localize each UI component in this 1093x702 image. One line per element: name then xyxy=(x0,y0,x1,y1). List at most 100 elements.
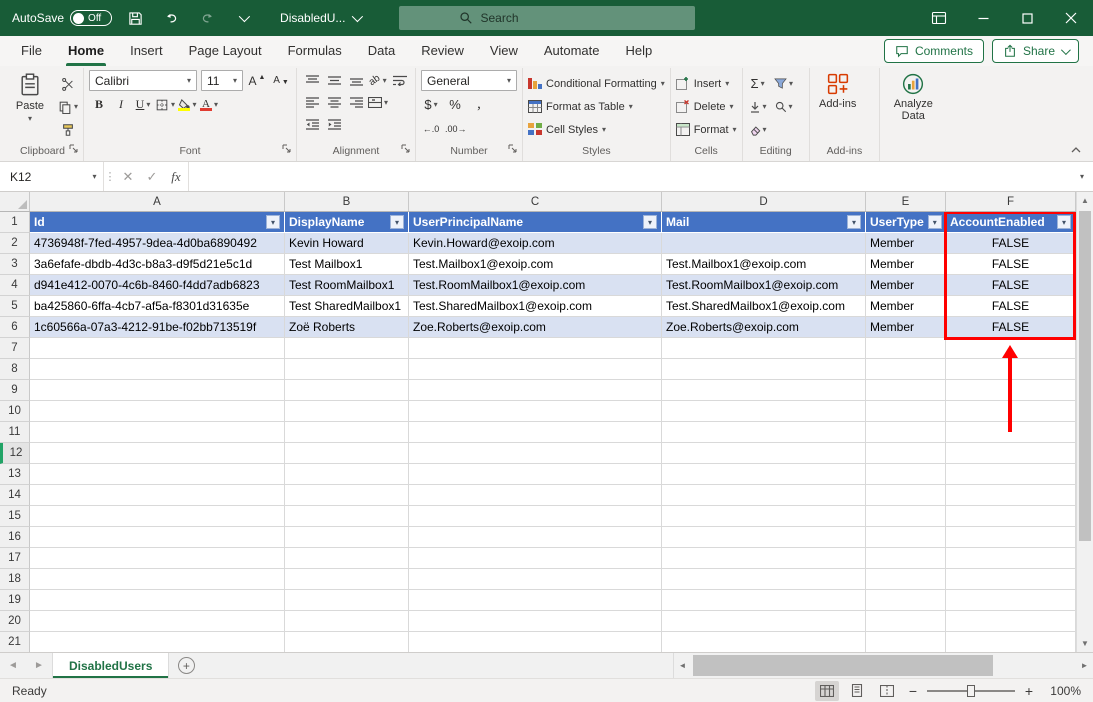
row-header-13[interactable]: 13 xyxy=(0,464,30,485)
cell-D7[interactable] xyxy=(662,338,866,359)
percent-style-button[interactable]: % xyxy=(445,94,465,115)
cell-E9[interactable] xyxy=(866,380,946,401)
cell-A1[interactable]: Id▾ xyxy=(30,212,285,233)
cell-E13[interactable] xyxy=(866,464,946,485)
scroll-up-button[interactable]: ▲ xyxy=(1077,192,1093,209)
scroll-left-button[interactable]: ◄ xyxy=(674,653,691,678)
cell-styles-button[interactable]: Cell Styles ▾ xyxy=(528,120,665,139)
cell-B17[interactable] xyxy=(285,548,409,569)
vertical-scroll-track[interactable] xyxy=(1077,209,1093,635)
cell-A16[interactable] xyxy=(30,527,285,548)
confirm-entry-button[interactable]: ✓ xyxy=(140,162,164,191)
cell-D10[interactable] xyxy=(662,401,866,422)
cell-E4[interactable]: Member xyxy=(866,275,946,296)
cell-B4[interactable]: Test RoomMailbox1 xyxy=(285,275,409,296)
cell-A15[interactable] xyxy=(30,506,285,527)
sheet-nav-left-button[interactable]: ◄ xyxy=(0,653,26,678)
cell-C16[interactable] xyxy=(409,527,662,548)
sheet-tab-disabledusers[interactable]: DisabledUsers xyxy=(52,653,169,678)
delete-cells-button[interactable]: Delete ▾ xyxy=(676,97,737,116)
row-header-8[interactable]: 8 xyxy=(0,359,30,380)
align-top-button[interactable] xyxy=(302,70,322,91)
cell-C21[interactable] xyxy=(409,632,662,652)
cell-E20[interactable] xyxy=(866,611,946,632)
tab-help[interactable]: Help xyxy=(613,36,666,66)
decrease-indent-button[interactable] xyxy=(302,114,322,135)
cell-C20[interactable] xyxy=(409,611,662,632)
horizontal-scrollbar[interactable]: ◄ ► xyxy=(673,653,1093,678)
number-dialog-launcher-icon[interactable] xyxy=(508,143,517,158)
cell-C2[interactable]: Kevin.Howard@exoip.com xyxy=(409,233,662,254)
cell-F16[interactable] xyxy=(946,527,1076,548)
orientation-button[interactable]: ab▾ xyxy=(368,70,388,91)
undo-button[interactable] xyxy=(158,4,184,32)
cell-B14[interactable] xyxy=(285,485,409,506)
align-right-button[interactable] xyxy=(346,92,366,113)
cell-A18[interactable] xyxy=(30,569,285,590)
row-header-20[interactable]: 20 xyxy=(0,611,30,632)
cell-B20[interactable] xyxy=(285,611,409,632)
cell-F21[interactable] xyxy=(946,632,1076,652)
cell-E14[interactable] xyxy=(866,485,946,506)
save-button[interactable] xyxy=(122,4,148,32)
insert-cells-button[interactable]: Insert ▾ xyxy=(676,74,737,93)
cell-E10[interactable] xyxy=(866,401,946,422)
cell-B6[interactable]: Zoë Roberts xyxy=(285,317,409,338)
tab-home[interactable]: Home xyxy=(55,36,117,66)
font-color-button[interactable]: A ▾ xyxy=(199,94,219,115)
cell-C3[interactable]: Test.Mailbox1@exoip.com xyxy=(409,254,662,275)
cell-C12[interactable] xyxy=(409,443,662,464)
cell-A3[interactable]: 3a6efafe-dbdb-4d3c-b8a3-d9f5d21e5c1d xyxy=(30,254,285,275)
cell-A8[interactable] xyxy=(30,359,285,380)
select-all-corner[interactable] xyxy=(0,192,30,211)
cell-F2[interactable]: FALSE xyxy=(946,233,1076,254)
cell-F12[interactable] xyxy=(946,443,1076,464)
filter-dropdown-icon[interactable]: ▾ xyxy=(390,215,404,229)
column-header-A[interactable]: A xyxy=(30,192,285,211)
increase-font-size-button[interactable]: A▲ xyxy=(247,70,267,91)
row-header-17[interactable]: 17 xyxy=(0,548,30,569)
underline-button[interactable]: U▾ xyxy=(133,94,153,115)
align-bottom-button[interactable] xyxy=(346,70,366,91)
cell-A7[interactable] xyxy=(30,338,285,359)
cell-F1[interactable]: AccountEnabled▾ xyxy=(946,212,1076,233)
cell-A20[interactable] xyxy=(30,611,285,632)
scroll-right-button[interactable]: ► xyxy=(1076,653,1093,678)
font-size-combo[interactable]: 11 ▾ xyxy=(201,70,243,91)
cell-E6[interactable]: Member xyxy=(866,317,946,338)
fill-button[interactable]: ▾ xyxy=(748,96,768,117)
cell-C11[interactable] xyxy=(409,422,662,443)
decrease-decimal-button[interactable]: .00→ xyxy=(445,118,467,139)
number-format-combo[interactable]: General ▾ xyxy=(421,70,517,91)
cell-F19[interactable] xyxy=(946,590,1076,611)
name-box-dropdown[interactable]: ▾ xyxy=(86,162,104,191)
cell-D11[interactable] xyxy=(662,422,866,443)
cell-D13[interactable] xyxy=(662,464,866,485)
cell-E21[interactable] xyxy=(866,632,946,652)
cell-B2[interactable]: Kevin Howard xyxy=(285,233,409,254)
cell-C8[interactable] xyxy=(409,359,662,380)
cell-D21[interactable] xyxy=(662,632,866,652)
cell-E17[interactable] xyxy=(866,548,946,569)
tab-formulas[interactable]: Formulas xyxy=(275,36,355,66)
comments-button[interactable]: Comments xyxy=(884,39,984,63)
cell-D1[interactable]: Mail▾ xyxy=(662,212,866,233)
customize-quick-access-button[interactable] xyxy=(230,4,256,32)
cell-C14[interactable] xyxy=(409,485,662,506)
share-button[interactable]: Share xyxy=(992,39,1079,63)
row-header-19[interactable]: 19 xyxy=(0,590,30,611)
cell-E18[interactable] xyxy=(866,569,946,590)
document-title-button[interactable]: DisabledU... xyxy=(280,11,360,25)
column-header-D[interactable]: D xyxy=(662,192,866,211)
column-header-E[interactable]: E xyxy=(866,192,946,211)
row-header-15[interactable]: 15 xyxy=(0,506,30,527)
addins-button[interactable]: Add-ins xyxy=(815,70,861,144)
cell-C18[interactable] xyxy=(409,569,662,590)
autosave-toggle[interactable]: AutoSave Off xyxy=(12,10,112,26)
cell-D3[interactable]: Test.Mailbox1@exoip.com xyxy=(662,254,866,275)
cell-D2[interactable] xyxy=(662,233,866,254)
italic-button[interactable]: I xyxy=(111,94,131,115)
format-as-table-button[interactable]: Format as Table ▾ xyxy=(528,97,665,116)
tab-review[interactable]: Review xyxy=(408,36,477,66)
cell-A21[interactable] xyxy=(30,632,285,652)
